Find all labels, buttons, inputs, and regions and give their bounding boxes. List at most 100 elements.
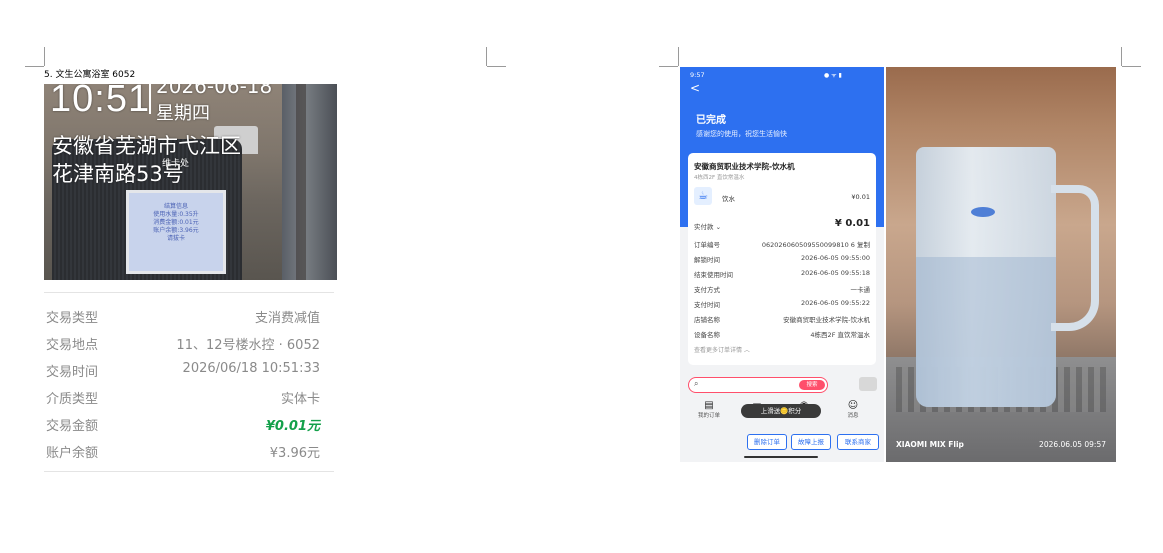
row-key: 交易时间 xyxy=(46,365,99,380)
crop-mark xyxy=(1122,66,1141,67)
more-details-text: 查看更多订单详情 xyxy=(694,347,743,354)
screen-line: 请拔卡 xyxy=(166,235,185,242)
crop-mark xyxy=(659,66,678,67)
figure-caption: 5. 文生公寓浴室 6052 xyxy=(44,70,136,80)
crop-mark xyxy=(44,47,45,66)
status-bar-time: 9:57 xyxy=(690,71,705,79)
row-value: 11、12号楼水控 · 6052 xyxy=(176,338,320,353)
paid-label-text: 实付款 xyxy=(694,223,714,231)
screen-line: 账户余额:3.96元 xyxy=(153,227,199,234)
search-icon: ⌕ xyxy=(694,379,699,388)
detail-value: 2026-06-05 09:55:22 xyxy=(800,299,870,307)
overlay-date: 2026-06-18 xyxy=(156,84,273,98)
camera-watermark: XIAOMI MIX Flip xyxy=(896,440,964,449)
home-indicator xyxy=(744,456,818,458)
row-value: 2026/06/18 10:51:33 xyxy=(182,361,320,376)
measuring-jug-photo: XIAOMI MIX Flip 2026.06.05 09:57 xyxy=(886,67,1116,462)
row-key: 交易地点 xyxy=(46,338,99,353)
detail-row: 设备名称 4栋西2F 直饮常温水 xyxy=(694,329,870,339)
row-value: 实体卡 xyxy=(280,392,320,407)
detail-row: 订单编号 062026060509550099810 6 复制 xyxy=(694,239,870,249)
paid-value: ¥ 0.01 xyxy=(834,218,870,229)
nav-label: 我的订单 xyxy=(697,413,720,419)
crop-mark xyxy=(1121,47,1122,66)
detail-key: 店铺名称 xyxy=(694,316,720,324)
detail-value: 2026-06-05 09:55:00 xyxy=(800,254,870,262)
more-details-link[interactable]: 查看更多订单详情 ︿ xyxy=(694,345,750,354)
shop-name: 安徽商贸职业技术学院-饮水机 xyxy=(694,162,795,171)
transaction-row: 交易金额 ¥0.01元 xyxy=(46,415,320,435)
photo-timestamp: 2026.06.05 09:57 xyxy=(1039,440,1106,449)
jug-logo xyxy=(971,207,995,217)
device-screen: 结算信息 使用水量:0.35升 消费金额:0.01元 账户余额:3.96元 请拔… xyxy=(126,190,226,274)
overlay-time: 10:51 xyxy=(50,84,151,120)
detail-row: 解锁时间 2026-06-05 09:55:00 xyxy=(694,254,870,264)
nav-messages[interactable]: ☺ 消息 xyxy=(838,400,868,419)
transaction-row: 交易类型 支消费减值 xyxy=(46,307,320,327)
item-price: ¥0.01 xyxy=(851,193,870,201)
divider-bottom xyxy=(44,471,334,472)
phone-screenshot: 9:57 ● ᯤ ▮ < 已完成 感谢您的使用，祝您生活愉快 安徽商贸职业技术学… xyxy=(680,67,884,462)
screen-line: 使用水量:0.35升 xyxy=(153,211,199,218)
camera-icon[interactable] xyxy=(859,377,877,391)
amount-value: ¥0.01元 xyxy=(265,419,320,434)
row-value: 支消费减值 xyxy=(254,311,320,326)
status-title: 已完成 xyxy=(696,115,726,126)
detail-value: 安徽商贸职业技术学院-饮水机 xyxy=(783,316,870,324)
detail-value: 062026060509550099810 6 复制 xyxy=(761,241,870,249)
screen-line: 消费金额:0.01元 xyxy=(153,219,199,226)
overlay-small-label: 维卡处 xyxy=(162,159,190,169)
divider-top xyxy=(44,292,334,293)
row-key: 账户余额 xyxy=(46,446,99,461)
water-level xyxy=(916,257,1056,407)
crop-mark xyxy=(487,66,506,67)
pipe xyxy=(296,84,306,280)
detail-value: 2026-06-05 09:55:18 xyxy=(800,269,870,277)
message-icon: ☺ xyxy=(847,400,859,411)
water-meter-photo: 结算信息 使用水量:0.35升 消费金额:0.01元 账户余额:3.96元 请拔… xyxy=(44,84,337,280)
row-key: 介质类型 xyxy=(46,392,99,407)
jug-handle xyxy=(1051,185,1099,331)
row-value: ¥3.96元 xyxy=(269,446,320,461)
search-button[interactable]: 搜索 xyxy=(799,380,825,390)
transaction-row: 介质类型 实体卡 xyxy=(46,388,320,408)
order-card: 安徽商贸职业技术学院-饮水机 4栋西2F 直饮常温水 ☕ 饮水 ¥0.01 实付… xyxy=(688,153,876,365)
detail-key: 支付时间 xyxy=(694,301,720,309)
cup-icon: ☕ xyxy=(694,187,712,205)
report-fault-button[interactable]: 故障上报 xyxy=(791,434,831,450)
detail-key: 设备名称 xyxy=(694,331,720,339)
overlay-address-line1: 安徽省芜湖市弋江区 xyxy=(52,134,241,158)
crop-mark xyxy=(25,66,44,67)
contact-merchant-button[interactable]: 联系商家 xyxy=(837,434,879,450)
transaction-row: 交易地点 11、12号楼水控 · 6052 xyxy=(46,334,320,354)
transaction-row: 交易时间 2026/06/18 10:51:33 xyxy=(46,361,320,381)
detail-row: 店铺名称 安徽商贸职业技术学院-饮水机 xyxy=(694,314,870,324)
back-icon[interactable]: < xyxy=(690,81,700,95)
overlay-divider xyxy=(149,84,151,114)
detail-key: 支付方式 xyxy=(694,286,720,294)
detail-key: 结束使用时间 xyxy=(694,271,733,279)
transaction-row: 账户余额 ¥3.96元 xyxy=(46,442,320,462)
detail-key: 订单编号 xyxy=(694,241,720,249)
overlay-weekday: 星期四 xyxy=(156,103,210,124)
nav-orders[interactable]: ▤ 我的订单 xyxy=(694,400,724,419)
crop-mark xyxy=(678,47,679,66)
detail-key: 解锁时间 xyxy=(694,256,720,264)
detail-row: 支付方式 一卡通 xyxy=(694,284,870,294)
detail-row: 支付时间 2026-06-05 09:55:22 xyxy=(694,299,870,309)
crop-mark xyxy=(486,47,487,66)
search-input[interactable]: ⌕ 搜索 xyxy=(688,377,828,393)
delete-order-button[interactable]: 删除订单 xyxy=(747,434,787,450)
shop-subtitle: 4栋西2F 直饮常温水 xyxy=(694,175,745,181)
detail-row: 结束使用时间 2026-06-05 09:55:18 xyxy=(694,269,870,279)
item-name: 饮水 xyxy=(722,195,735,203)
status-subtitle: 感谢您的使用，祝您生活愉快 xyxy=(696,130,787,138)
swipe-points-pill[interactable]: 上滑送🪙积分 xyxy=(741,404,821,418)
detail-value: 4栋西2F 直饮常温水 xyxy=(810,331,870,339)
paid-label[interactable]: 实付款 ⌄ xyxy=(694,221,721,231)
row-key: 交易金额 xyxy=(46,419,99,434)
signal-icons: ● ᯤ ▮ xyxy=(824,72,842,79)
door-frame xyxy=(282,84,337,280)
detail-value: 一卡通 xyxy=(850,286,871,294)
row-key: 交易类型 xyxy=(46,311,99,326)
